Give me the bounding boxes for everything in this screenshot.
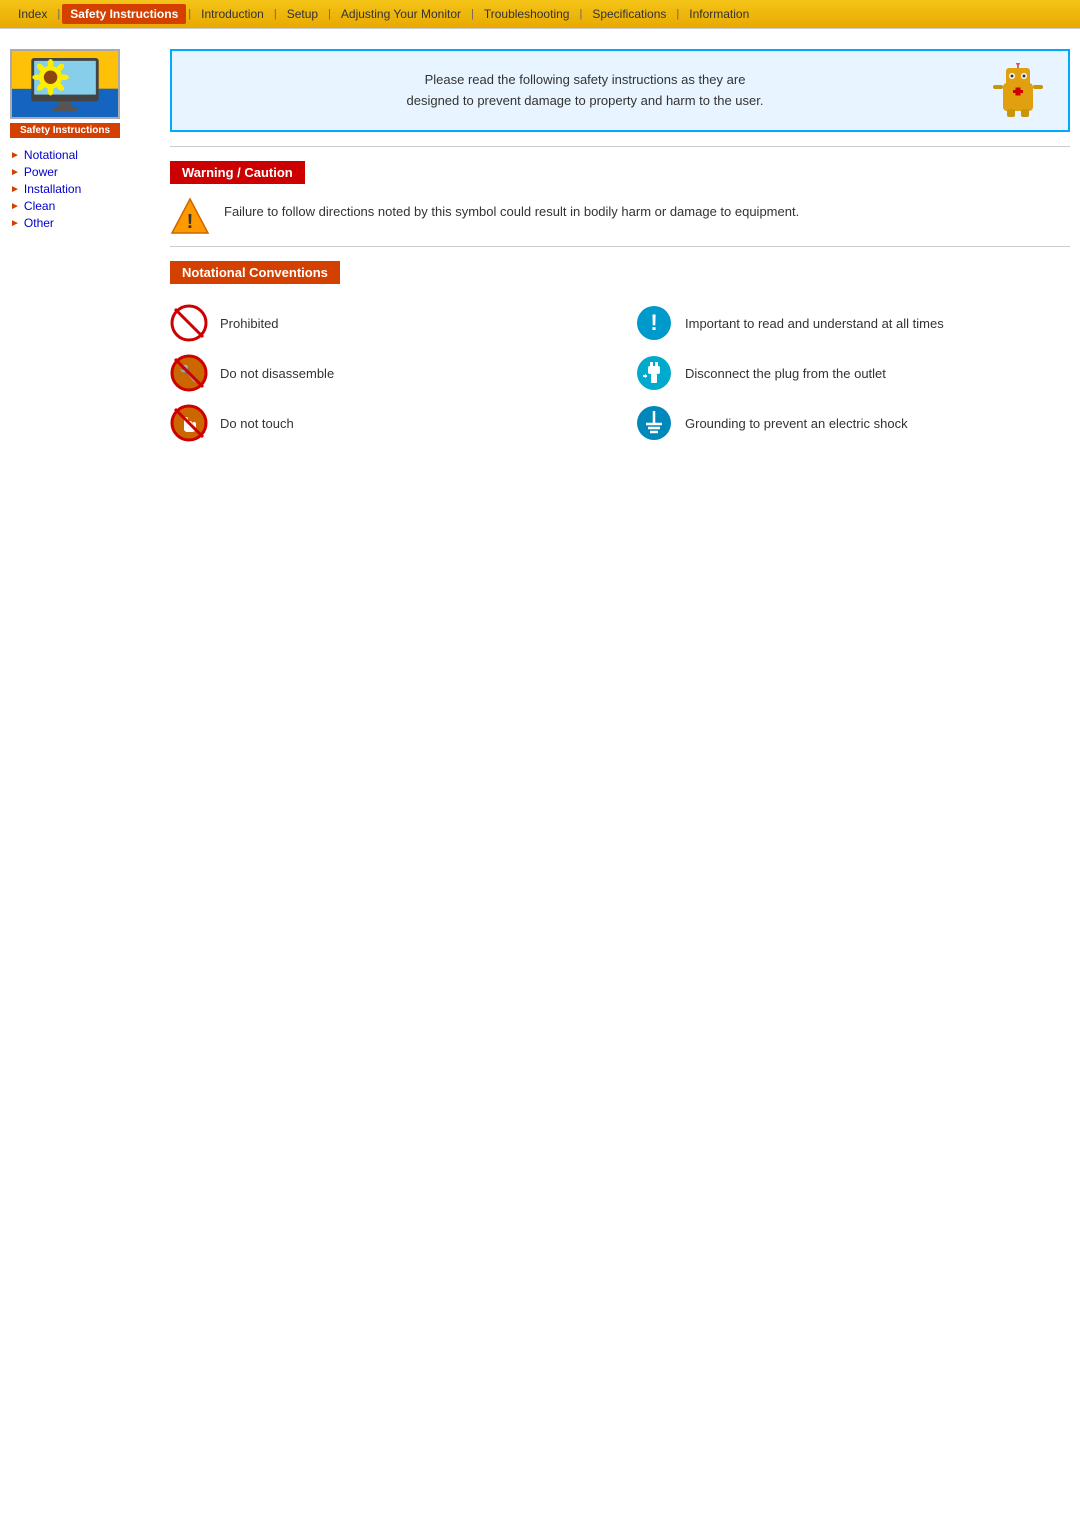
nav-setup[interactable]: Setup	[279, 4, 326, 24]
notational-item-no-touch: Do not touch	[170, 404, 605, 442]
sidebar-nav-label: Notational	[24, 148, 78, 162]
no-disassemble-label: Do not disassemble	[220, 366, 334, 381]
nav-safety-instructions[interactable]: Safety Instructions	[62, 4, 186, 24]
logo-illustration	[12, 49, 118, 119]
no-touch-icon	[170, 404, 208, 442]
important-label: Important to read and understand at all …	[685, 316, 944, 331]
nav-introduction[interactable]: Introduction	[193, 4, 272, 24]
nav-sep-2: |	[186, 8, 193, 20]
sidebar: Safety Instructions ► Notational ► Power…	[10, 49, 150, 442]
arrow-icon: ►	[10, 150, 20, 161]
important-icon: !	[635, 304, 673, 342]
sidebar-nav-label: Clean	[24, 199, 55, 213]
notational-item-disconnect: Disconnect the plug from the outlet	[635, 354, 1070, 392]
caution-icon: !	[170, 196, 210, 236]
nav-index[interactable]: Index	[10, 4, 55, 24]
arrow-icon: ►	[10, 201, 20, 212]
nav-information[interactable]: Information	[681, 4, 757, 24]
arrow-icon: ►	[10, 184, 20, 195]
arrow-icon: ►	[10, 167, 20, 178]
sidebar-nav: ► Notational ► Power ► Installation ►	[10, 148, 150, 230]
sidebar-item-clean[interactable]: ► Clean	[10, 199, 150, 213]
nav-sep-5: |	[469, 8, 476, 20]
sidebar-item-other[interactable]: ► Other	[10, 216, 150, 230]
hero-text: Please read the following safety instruc…	[192, 70, 978, 112]
warning-header: Warning / Caution	[170, 161, 305, 184]
arrow-icon: ►	[10, 218, 20, 229]
disconnect-icon	[635, 354, 673, 392]
nav-sep-7: |	[674, 8, 681, 20]
hero-line1: Please read the following safety instruc…	[425, 72, 746, 87]
grounding-label: Grounding to prevent an electric shock	[685, 416, 908, 431]
sidebar-nav-label: Other	[24, 216, 54, 230]
nav-sep-6: |	[577, 8, 584, 20]
nav-troubleshooting[interactable]: Troubleshooting	[476, 4, 578, 24]
no-disassemble-icon: 🔧	[170, 354, 208, 392]
nav-bar: Index | Safety Instructions | Introducti…	[0, 0, 1080, 29]
svg-text:!: !	[187, 211, 194, 233]
prohibited-label: Prohibited	[220, 316, 279, 331]
divider-2	[170, 246, 1070, 247]
sidebar-logo-label: Safety Instructions	[10, 123, 120, 138]
warning-text: Failure to follow directions noted by th…	[224, 202, 799, 222]
svg-text:!: !	[650, 310, 657, 335]
notational-item-no-disassemble: 🔧 Do not disassemble	[170, 354, 605, 392]
nav-sep-3: |	[272, 8, 279, 20]
notational-header: Notational Conventions	[170, 261, 340, 284]
notational-item-important: ! Important to read and understand at al…	[635, 304, 1070, 342]
sidebar-nav-label: Installation	[24, 182, 81, 196]
divider-1	[170, 146, 1070, 147]
notational-grid: Prohibited ! Important to read and under…	[170, 304, 1070, 442]
nav-sep-1: |	[55, 8, 62, 20]
sidebar-logo	[10, 49, 120, 119]
nav-adjusting[interactable]: Adjusting Your Monitor	[333, 4, 469, 24]
notational-item-grounding: Grounding to prevent an electric shock	[635, 404, 1070, 442]
hero-icon	[988, 63, 1048, 118]
nav-sep-4: |	[326, 8, 333, 20]
sidebar-item-installation[interactable]: ► Installation	[10, 182, 150, 196]
content-area: Please read the following safety instruc…	[150, 49, 1070, 442]
hero-line2: designed to prevent damage to property a…	[406, 93, 763, 108]
sidebar-nav-label: Power	[24, 165, 58, 179]
warning-row: ! Failure to follow directions noted by …	[170, 196, 1070, 236]
notational-item-prohibited: Prohibited	[170, 304, 605, 342]
prohibited-icon	[170, 304, 208, 342]
sidebar-item-notational[interactable]: ► Notational	[10, 148, 150, 162]
grounding-icon	[635, 404, 673, 442]
sidebar-item-power[interactable]: ► Power	[10, 165, 150, 179]
helper-robot-icon	[988, 63, 1048, 118]
hero-banner: Please read the following safety instruc…	[170, 49, 1070, 132]
no-touch-label: Do not touch	[220, 416, 294, 431]
main-layout: Safety Instructions ► Notational ► Power…	[0, 29, 1080, 452]
nav-specifications[interactable]: Specifications	[584, 4, 674, 24]
disconnect-label: Disconnect the plug from the outlet	[685, 366, 886, 381]
notational-section: Notational Conventions Prohibited	[170, 261, 1070, 442]
warning-section: Warning / Caution ! Failure to follow di…	[170, 161, 1070, 236]
